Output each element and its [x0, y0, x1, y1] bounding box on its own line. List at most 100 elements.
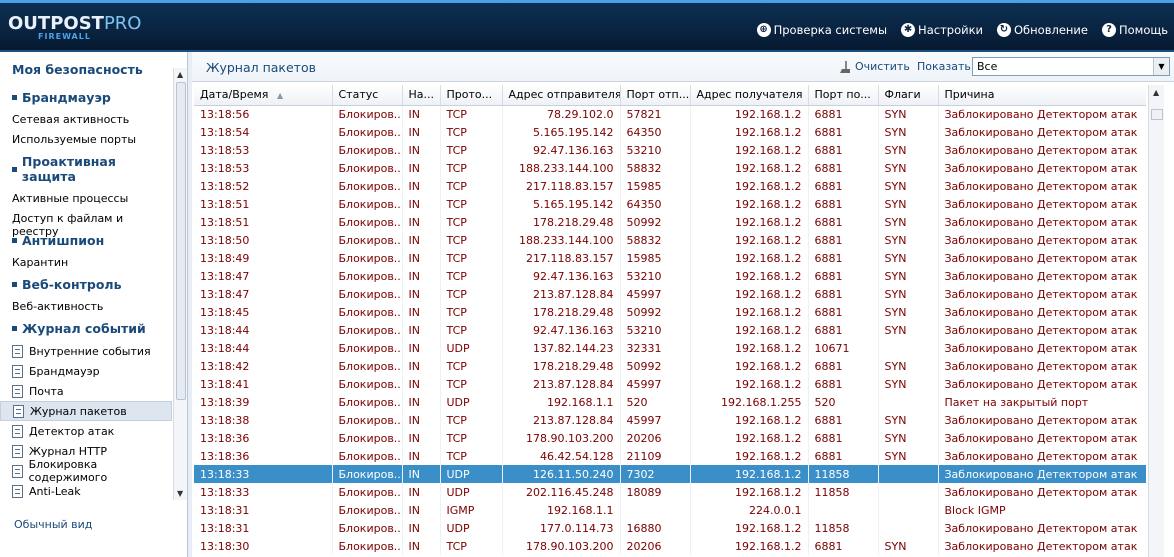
column-header[interactable]: Статус [332, 85, 403, 106]
table-row[interactable]: 13:18:47 Блокиров... IN TCP 213.87.128.84 459… [194, 285, 1146, 303]
table-cell: 13:18:53 [194, 159, 333, 177]
scroll-up-arrow-icon[interactable]: ▲ [177, 70, 183, 79]
table-cell: TCP [440, 267, 503, 285]
nav-update[interactable]: ↻ Обновление [997, 23, 1088, 37]
sidebar-item[interactable]: Журнал пакетов [0, 401, 172, 421]
table-row[interactable]: 13:18:44 Блокиров... IN TCP 92.47.136.163 532… [194, 321, 1146, 339]
table-row[interactable]: 13:18:38 Блокиров... IN TCP 213.87.128.84 459… [194, 411, 1146, 429]
table-cell: Заблокировано Детектором атак [938, 231, 1146, 249]
scroll-up-arrow-icon[interactable]: ▲ [1153, 88, 1159, 97]
table-row[interactable]: 13:18:33 Блокиров... IN UDP 202.116.45.248 18… [194, 483, 1146, 501]
nav-scan[interactable]: ⊕ Проверка системы [756, 23, 887, 37]
sidebar-section-title[interactable]: Веб-контроль [0, 273, 172, 297]
table-cell: Заблокировано Детектором атак [938, 447, 1146, 465]
table-row[interactable]: 13:18:49 Блокиров... IN TCP 217.118.83.157 15… [194, 249, 1146, 267]
table-row[interactable]: 13:18:44 Блокиров... IN UDP 137.82.144.23 323… [194, 339, 1146, 357]
column-header[interactable]: На... [402, 85, 441, 106]
table-row[interactable]: 13:18:51 Блокиров... IN TCP 5.165.195.142 643… [194, 195, 1146, 213]
table-cell: IN [402, 213, 441, 231]
sidebar-scroll-thumb[interactable] [176, 82, 186, 400]
show-filter-select[interactable]: Все ▼ [972, 57, 1170, 76]
nav-gear[interactable]: ✱ Настройки [901, 23, 983, 37]
packet-log-table: Дата/ВремяСтатусНа...Прото...Адрес отпра… [194, 85, 1146, 555]
sidebar-item[interactable]: Используемые порты [0, 130, 172, 150]
table-cell: Блокиров... [332, 285, 403, 303]
sidebar-item[interactable]: Брандмауэр [0, 361, 172, 381]
table-cell: TCP [440, 141, 503, 159]
column-header[interactable]: Адрес отправителя [502, 85, 621, 106]
table-cell: 192.168.1.2 [690, 213, 809, 231]
table-row[interactable]: 13:18:33 Блокиров... IN UDP 126.11.50.240 730… [194, 465, 1146, 483]
sidebar-section-title[interactable]: Брандмауэр [0, 86, 172, 110]
table-cell: 50992 [620, 303, 691, 321]
table-cell: IN [402, 339, 441, 357]
sidebar-item[interactable]: Блокировка содержимого [0, 458, 172, 484]
table-row[interactable]: 13:18:54 Блокиров... IN TCP 5.165.195.142 643… [194, 123, 1146, 141]
sidebar-section-title[interactable]: Проактивная защита [0, 150, 172, 189]
show-filter-value: Все [977, 60, 998, 73]
table-cell: IN [402, 267, 441, 285]
normal-view-link[interactable]: Обычный вид [14, 518, 92, 531]
scroll-down-arrow-icon[interactable]: ▼ [177, 489, 183, 498]
chevron-down-icon[interactable]: ▼ [1153, 58, 1169, 75]
table-row[interactable]: 13:18:31 Блокиров... IN UDP 177.0.114.73 1688… [194, 519, 1146, 537]
sidebar-section-title[interactable]: Журнал событий [0, 317, 172, 341]
sidebar-item[interactable]: Anti-Leak [0, 481, 172, 501]
table-cell: SYN [878, 267, 939, 285]
table-cell: 46.42.54.128 [502, 447, 621, 465]
sidebar-item[interactable]: Доступ к файлам и реестру [0, 209, 172, 238]
table-row[interactable]: 13:18:36 Блокиров... IN TCP 178.90.103.200 20… [194, 429, 1146, 447]
table-cell: Заблокировано Детектором атак [938, 213, 1146, 231]
table-cell: IN [402, 483, 441, 501]
sidebar-item[interactable]: Почта [0, 381, 172, 401]
table-scrollbar[interactable]: ▲ [1148, 85, 1164, 557]
column-header[interactable]: Флаги [878, 85, 939, 106]
sidebar-scrollbar[interactable]: ▲ ▼ [173, 68, 187, 500]
table-cell: 192.168.1.2 [690, 141, 809, 159]
table-row[interactable]: 13:18:41 Блокиров... IN TCP 213.87.128.84 459… [194, 375, 1146, 393]
table-row[interactable]: 13:18:47 Блокиров... IN TCP 92.47.136.163 532… [194, 267, 1146, 285]
sidebar-section-title[interactable]: Антишпион [0, 229, 172, 253]
table-row[interactable]: 13:18:36 Блокиров... IN TCP 46.42.54.128 2110… [194, 447, 1146, 465]
table-row[interactable]: 13:18:30 Блокиров... IN TCP 178.90.103.200 20… [194, 537, 1146, 555]
table-row[interactable]: 13:18:39 Блокиров... IN UDP 192.168.1.1 520 19… [194, 393, 1146, 411]
sidebar-section-title[interactable]: Моя безопасность [0, 58, 172, 82]
column-header[interactable]: Дата/Время [194, 85, 333, 106]
table-row[interactable]: 13:18:53 Блокиров... IN TCP 92.47.136.163 532… [194, 141, 1146, 159]
sidebar-item[interactable]: Карантин [0, 253, 172, 273]
table-cell: TCP [440, 177, 503, 195]
table-cell: IN [402, 447, 441, 465]
column-header[interactable]: Порт по... [808, 85, 879, 106]
table-cell: 192.168.1.2 [690, 537, 809, 555]
table-row[interactable]: 13:18:51 Блокиров... IN TCP 178.218.29.48 509… [194, 213, 1146, 231]
sidebar-item[interactable]: Веб-активность [0, 297, 172, 317]
sidebar-item[interactable]: Детектор атак [0, 421, 172, 441]
table-cell: 192.168.1.2 [690, 159, 809, 177]
column-header[interactable]: Прото... [440, 85, 503, 106]
table-cell: 192.168.1.2 [690, 267, 809, 285]
table-row[interactable]: 13:18:56 Блокиров... IN TCP 78.29.102.0 57821… [194, 105, 1146, 123]
sidebar-item[interactable]: Активные процессы [0, 189, 172, 209]
clear-button[interactable]: Очистить [840, 60, 910, 73]
table-row[interactable]: 13:18:50 Блокиров... IN TCP 188.233.144.100 5… [194, 231, 1146, 249]
table-cell [878, 339, 939, 357]
sidebar-item[interactable]: Внутренние события [0, 341, 172, 361]
sidebar-item-label: Журнал пакетов [30, 404, 127, 418]
table-cell: 192.168.1.2 [690, 357, 809, 375]
nav-help[interactable]: ? Помощь [1101, 23, 1168, 37]
column-header[interactable]: Адрес получателя [690, 85, 809, 106]
table-cell: Заблокировано Детектором атак [938, 303, 1146, 321]
table-cell: Блокиров... [332, 231, 403, 249]
table-scroll-thumb[interactable] [1151, 109, 1163, 120]
table-row[interactable]: 13:18:31 Блокиров... IN IGMP 192.168.1.1 224.… [194, 501, 1146, 519]
table-cell: Заблокировано Детектором атак [938, 285, 1146, 303]
column-header[interactable]: Причина [938, 85, 1146, 106]
table-row[interactable]: 13:18:42 Блокиров... IN TCP 178.218.29.48 509… [194, 357, 1146, 375]
table-cell: IGMP [440, 501, 503, 519]
table-row[interactable]: 13:18:53 Блокиров... IN TCP 188.233.144.100 5… [194, 159, 1146, 177]
table-row[interactable]: 13:18:45 Блокиров... IN TCP 178.218.29.48 509… [194, 303, 1146, 321]
table-row[interactable]: 13:18:52 Блокиров... IN TCP 217.118.83.157 15… [194, 177, 1146, 195]
table-cell: SYN [878, 159, 939, 177]
column-header[interactable]: Порт отп... [620, 85, 691, 106]
sidebar-item[interactable]: Сетевая активность [0, 110, 172, 130]
